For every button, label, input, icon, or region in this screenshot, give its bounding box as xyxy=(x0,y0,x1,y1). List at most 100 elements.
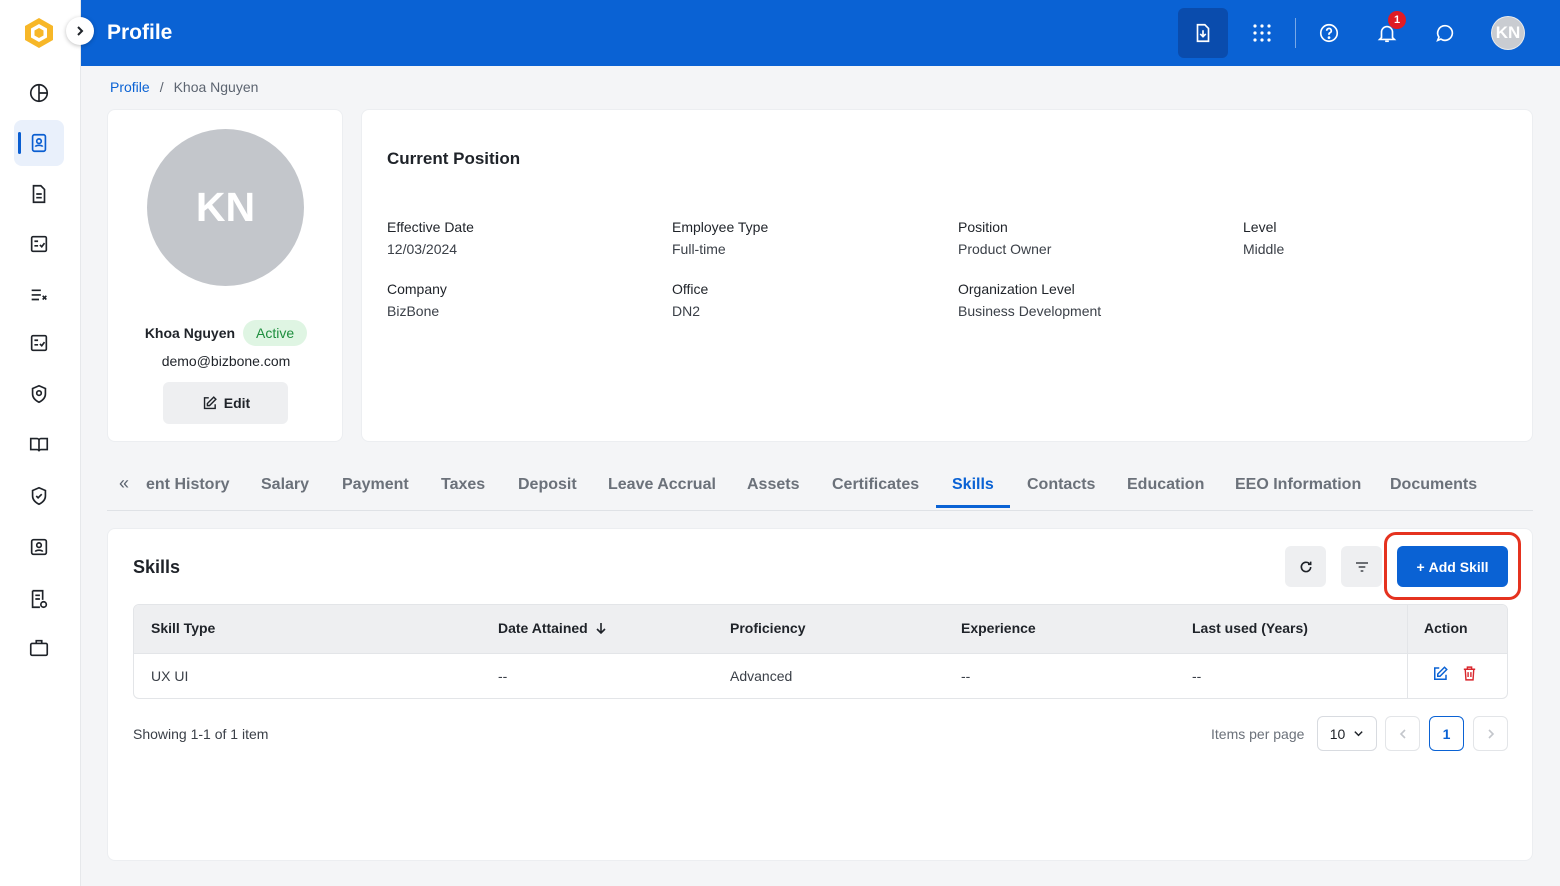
next-page-button[interactable] xyxy=(1473,716,1508,751)
delete-row-icon[interactable] xyxy=(1461,665,1478,682)
tab-payment[interactable]: Payment xyxy=(342,476,409,494)
field-company: Company BizBone xyxy=(387,281,447,319)
breadcrumb: Profile / Khoa Nguyen xyxy=(110,79,258,95)
sidebar-item-tasks[interactable] xyxy=(14,221,64,267)
shield-check-icon xyxy=(31,486,47,506)
column-header-proficiency[interactable]: Proficiency xyxy=(730,620,805,636)
sidebar-item-compliance[interactable] xyxy=(14,473,64,519)
chevron-right-icon xyxy=(77,26,84,36)
column-header-last-used[interactable]: Last used (Years) xyxy=(1192,620,1308,636)
add-skill-button[interactable]: + Add Skill xyxy=(1397,546,1508,587)
shield-search-icon xyxy=(31,384,47,404)
sidebar-item-documents[interactable] xyxy=(14,171,64,217)
field-label: Company xyxy=(387,281,447,297)
download-button[interactable] xyxy=(1178,8,1228,58)
field-label: Office xyxy=(672,281,709,297)
sidebar-item-checklist[interactable] xyxy=(14,271,64,317)
sidebar-item-profile[interactable] xyxy=(14,120,64,166)
plus-icon: + xyxy=(1416,558,1425,575)
apps-button[interactable] xyxy=(1237,8,1287,58)
cell-skill-type: UX UI xyxy=(151,668,189,684)
report-check-icon xyxy=(31,589,48,609)
breadcrumb-profile-link[interactable]: Profile xyxy=(110,79,150,95)
open-book-icon xyxy=(29,437,49,452)
sidebar-item-dashboard[interactable] xyxy=(14,70,64,116)
breadcrumb-current: Khoa Nguyen xyxy=(173,79,259,95)
column-header-experience[interactable]: Experience xyxy=(961,620,1036,636)
user-avatar[interactable]: KN xyxy=(1491,16,1525,50)
sidebar-item-handbook[interactable] xyxy=(14,422,64,468)
app-logo[interactable] xyxy=(22,16,56,50)
add-skill-label: Add Skill xyxy=(1428,558,1489,575)
tab-employment-history[interactable]: ent History xyxy=(146,476,230,494)
approval-icon xyxy=(30,334,48,352)
field-level: Level Middle xyxy=(1243,219,1284,257)
field-organization-level: Organization Level Business Development xyxy=(958,281,1101,319)
tab-leave-accrual[interactable]: Leave Accrual xyxy=(608,476,716,494)
tab-skills[interactable]: Skills xyxy=(952,476,994,494)
tab-taxes[interactable]: Taxes xyxy=(441,476,485,494)
page-title: Profile xyxy=(107,21,173,44)
sidebar-item-security[interactable] xyxy=(14,371,64,417)
document-icon xyxy=(32,184,46,204)
field-label: Level xyxy=(1243,219,1277,235)
column-header-action: Action xyxy=(1424,620,1468,636)
row-divider xyxy=(134,653,1507,654)
tab-deposit[interactable]: Deposit xyxy=(518,476,577,494)
edit-profile-button[interactable]: Edit xyxy=(163,382,288,424)
cell-proficiency: Advanced xyxy=(730,668,793,684)
filter-button[interactable] xyxy=(1341,546,1382,587)
help-button[interactable] xyxy=(1304,8,1354,58)
sidebar-toggle-button[interactable] xyxy=(66,17,94,45)
notification-badge: 1 xyxy=(1388,11,1406,29)
sidebar-item-approvals[interactable] xyxy=(14,320,64,366)
user-badge-icon xyxy=(30,538,48,556)
field-value: BizBone xyxy=(387,303,440,319)
header-divider xyxy=(1295,18,1296,48)
page-1-button[interactable]: 1 xyxy=(1429,716,1464,751)
skills-table: Skill Type Date Attained Proficiency Exp… xyxy=(133,604,1508,699)
chat-bubble-icon xyxy=(1436,24,1454,42)
chevron-down-icon xyxy=(1354,731,1363,737)
chevron-left-icon xyxy=(1399,728,1406,739)
tab-documents[interactable]: Documents xyxy=(1390,476,1477,494)
field-value: Business Development xyxy=(958,303,1102,319)
filter-icon xyxy=(1355,561,1368,572)
sort-arrow-down-icon xyxy=(596,623,606,635)
refresh-button[interactable] xyxy=(1285,546,1326,587)
edit-row-icon[interactable] xyxy=(1431,665,1449,683)
tab-eeo-information[interactable]: EEO Information xyxy=(1235,476,1361,494)
tabs-scroll-left-icon[interactable]: « xyxy=(119,473,129,494)
cell-date-attained: -- xyxy=(498,668,508,684)
tab-education[interactable]: Education xyxy=(1127,476,1204,494)
cell-experience: -- xyxy=(961,668,971,684)
profile-avatar: KN xyxy=(147,129,304,286)
tab-certificates[interactable]: Certificates xyxy=(832,476,919,494)
tab-contacts[interactable]: Contacts xyxy=(1027,476,1095,494)
items-per-page-select[interactable]: 10 xyxy=(1317,716,1377,751)
tab-salary[interactable]: Salary xyxy=(261,476,309,494)
field-value: 12/03/2024 xyxy=(387,241,458,257)
notifications-button[interactable]: 1 xyxy=(1362,8,1412,58)
tab-assets[interactable]: Assets xyxy=(747,476,799,494)
help-icon xyxy=(1319,23,1339,43)
sidebar-item-jobs[interactable] xyxy=(14,625,64,671)
field-office: Office DN2 xyxy=(672,281,708,319)
profile-tabs: « ent History Salary Payment Taxes Depos… xyxy=(107,462,1533,511)
sidebar xyxy=(0,0,81,886)
chat-button[interactable] xyxy=(1420,8,1470,58)
list-check-icon xyxy=(31,289,47,301)
previous-page-button[interactable] xyxy=(1385,716,1420,751)
field-value: Product Owner xyxy=(958,241,1052,257)
field-value: Full-time xyxy=(672,241,726,257)
field-value: DN2 xyxy=(672,303,701,319)
field-position: Position Product Owner xyxy=(958,219,1051,257)
pie-chart-icon xyxy=(29,83,49,103)
column-header-skill-type[interactable]: Skill Type xyxy=(151,620,215,636)
field-effective-date: Effective Date 12/03/2024 xyxy=(387,219,474,257)
sidebar-item-reports[interactable] xyxy=(14,576,64,622)
edit-icon xyxy=(203,395,217,409)
column-header-date-attained[interactable]: Date Attained xyxy=(498,620,608,636)
edit-button-label: Edit xyxy=(223,395,251,411)
sidebar-item-employees[interactable] xyxy=(14,524,64,570)
